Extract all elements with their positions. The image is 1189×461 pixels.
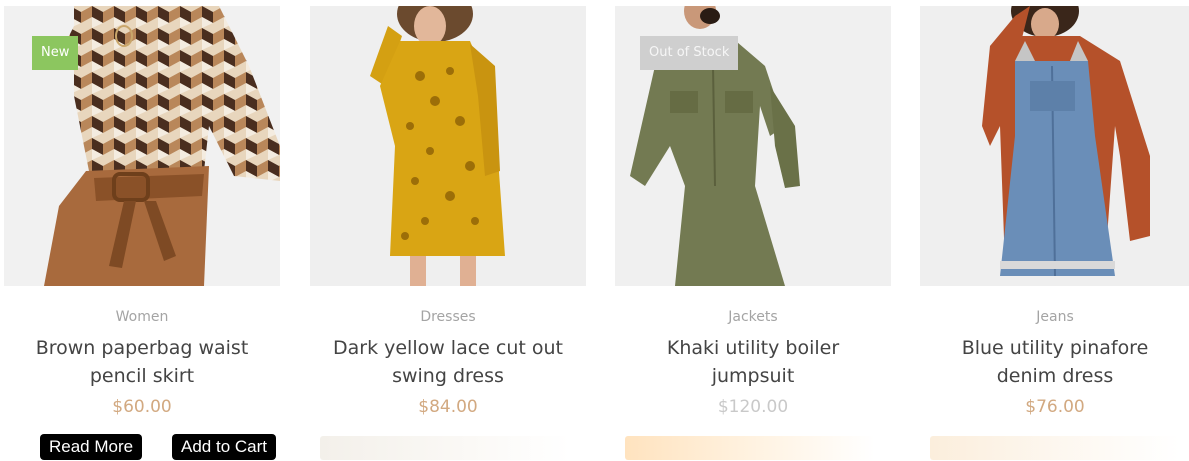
product-card[interactable]: Dresses Dark yellow lace cut out swing d…: [310, 6, 586, 461]
product-title[interactable]: Dark yellow lace cut out swing dress: [310, 334, 586, 390]
faded-button-area: [930, 436, 1180, 460]
product-category[interactable]: Jackets: [615, 308, 891, 326]
product-actions-placeholder: [920, 434, 1189, 460]
product-photo-yellow-dress: [310, 6, 586, 286]
product-card[interactable]: Jeans Blue utility pinafore denim dress …: [920, 6, 1189, 461]
out-of-stock-badge: Out of Stock: [640, 36, 739, 70]
product-price: $84.00: [418, 397, 478, 417]
product-price: $60.00: [112, 397, 172, 417]
product-category[interactable]: Dresses: [310, 308, 586, 326]
faded-button-area: [320, 436, 570, 460]
product-image[interactable]: Out of Stock: [615, 6, 891, 286]
product-title[interactable]: Blue utility pinafore denim dress: [920, 334, 1189, 390]
product-photo-denim-pinafore: [920, 6, 1189, 286]
new-badge: New: [32, 36, 79, 70]
product-category[interactable]: Jeans: [920, 308, 1189, 326]
product-category[interactable]: Women: [4, 308, 280, 326]
product-image[interactable]: [310, 6, 586, 286]
product-title[interactable]: Brown paperbag waist pencil skirt: [4, 334, 280, 390]
product-actions-placeholder: [615, 434, 891, 460]
product-actions: Read More Add to Cart: [4, 434, 280, 460]
product-grid: New Women Brown paperbag waist pencil sk…: [0, 0, 1189, 461]
product-card[interactable]: New Women Brown paperbag waist pencil sk…: [4, 6, 280, 461]
read-more-button[interactable]: Read More: [40, 434, 143, 460]
product-price: $76.00: [1025, 397, 1085, 417]
product-price: $120.00: [717, 397, 789, 417]
product-title[interactable]: Khaki utility boiler jumpsuit: [615, 334, 891, 390]
product-image[interactable]: New: [4, 6, 280, 286]
add-to-cart-button[interactable]: Add to Cart: [172, 434, 276, 460]
product-image[interactable]: [920, 6, 1189, 286]
product-actions-placeholder: [310, 434, 586, 460]
faded-button-area: [625, 436, 875, 460]
product-card[interactable]: Out of Stock Jackets Khaki utility boile…: [615, 6, 891, 461]
